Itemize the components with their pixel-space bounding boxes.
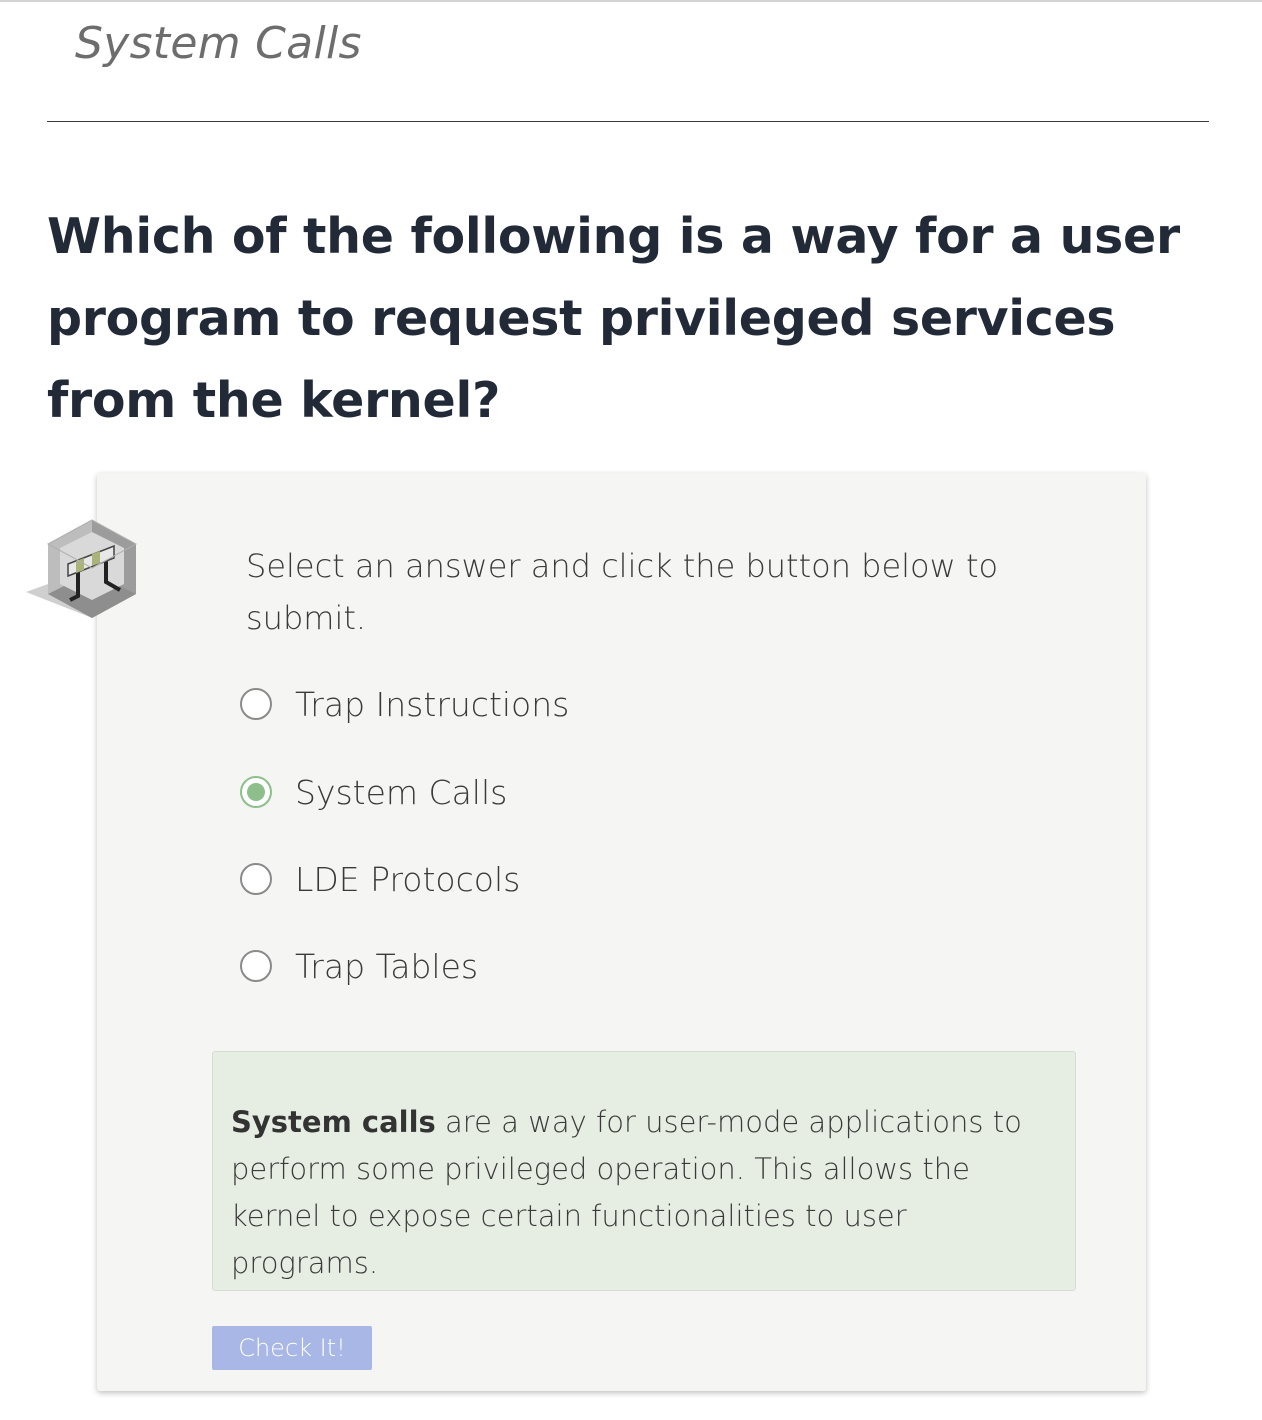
option-label[interactable]: LDE Protocols [295,860,520,899]
option-trap-instructions[interactable]: Trap Instructions [240,682,940,726]
radio-button-selected[interactable] [240,776,272,808]
question-heading: Which of the following is a way for a us… [47,208,1180,429]
option-label[interactable]: Trap Tables [295,947,478,986]
check-it-button[interactable]: Check It! [212,1326,372,1370]
option-label[interactable]: System Calls [295,773,507,812]
section-title: System Calls [75,18,362,69]
top-rule [0,0,1262,2]
option-system-calls[interactable]: System Calls [240,770,940,814]
quiz-instructions: Select an answer and click the button be… [246,547,999,637]
radio-button[interactable] [240,950,272,982]
option-trap-tables[interactable]: Trap Tables [240,944,940,988]
barrier-icon [26,519,138,618]
option-lde-protocols[interactable]: LDE Protocols [240,857,940,901]
radio-button[interactable] [240,688,272,720]
feedback-term: System calls [231,1105,436,1139]
feedback-box: System calls are a way for user-mode app… [212,1051,1076,1291]
option-label[interactable]: Trap Instructions [295,685,569,724]
title-divider [47,121,1209,122]
radio-button[interactable] [240,863,272,895]
